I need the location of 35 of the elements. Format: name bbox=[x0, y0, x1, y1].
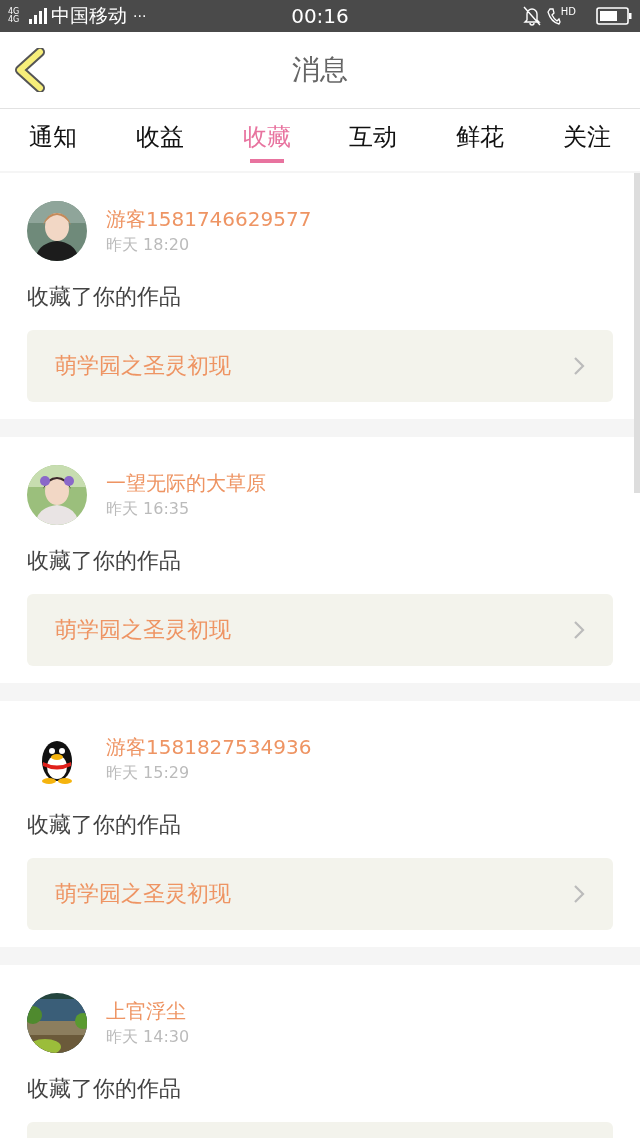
tab[interactable]: 互动 bbox=[320, 109, 427, 171]
message-text: 收藏了你的作品 bbox=[27, 811, 182, 839]
signal-icon bbox=[29, 8, 47, 24]
user-name[interactable]: 游客1581746629577 bbox=[106, 206, 312, 233]
tab[interactable]: 鲜花 bbox=[426, 109, 534, 171]
back-button[interactable] bbox=[14, 48, 48, 92]
hd-label: HD bbox=[560, 5, 576, 17]
work-link[interactable]: 萌学园之圣灵初现 bbox=[27, 330, 613, 402]
user-name[interactable]: 一望无际的大草原 bbox=[106, 470, 266, 497]
message-text: 收藏了你的作品 bbox=[27, 1075, 182, 1103]
chevron-right-icon bbox=[573, 356, 585, 376]
signal-type: 4G 4G bbox=[8, 8, 21, 24]
message-time: 昨天 15:29 bbox=[106, 763, 191, 784]
phone-icon bbox=[546, 7, 561, 25]
more-dots: ··· bbox=[133, 8, 147, 24]
user-name[interactable]: 上官浮尘 bbox=[106, 998, 190, 1025]
tab[interactable]: 通知 bbox=[0, 109, 107, 171]
message-text: 收藏了你的作品 bbox=[27, 547, 182, 575]
page-title: 消息 bbox=[292, 52, 348, 88]
message-text: 收藏了你的作品 bbox=[27, 283, 182, 311]
message-time: 昨天 16:35 bbox=[106, 499, 191, 520]
carrier-name: 中国移动 bbox=[51, 3, 127, 28]
message-time: 昨天 18:20 bbox=[106, 235, 191, 256]
message-time: 昨天 14:30 bbox=[106, 1027, 190, 1048]
bell-muted-icon bbox=[522, 6, 541, 26]
chevron-right-icon bbox=[573, 884, 585, 904]
tab[interactable]: 关注 bbox=[533, 109, 640, 171]
battery-icon bbox=[596, 7, 632, 25]
chevron-right-icon bbox=[573, 620, 585, 640]
work-link[interactable]: 萌学园之圣灵初现 bbox=[27, 594, 613, 666]
user-name[interactable]: 游客1581827534936 bbox=[106, 734, 312, 761]
work-link[interactable]: 萌学园之圣灵初现 bbox=[27, 858, 613, 930]
clock-time: 00:16 bbox=[290, 4, 350, 28]
tab[interactable]: 收益 bbox=[106, 109, 214, 171]
tab[interactable]: 收藏 bbox=[213, 109, 320, 171]
